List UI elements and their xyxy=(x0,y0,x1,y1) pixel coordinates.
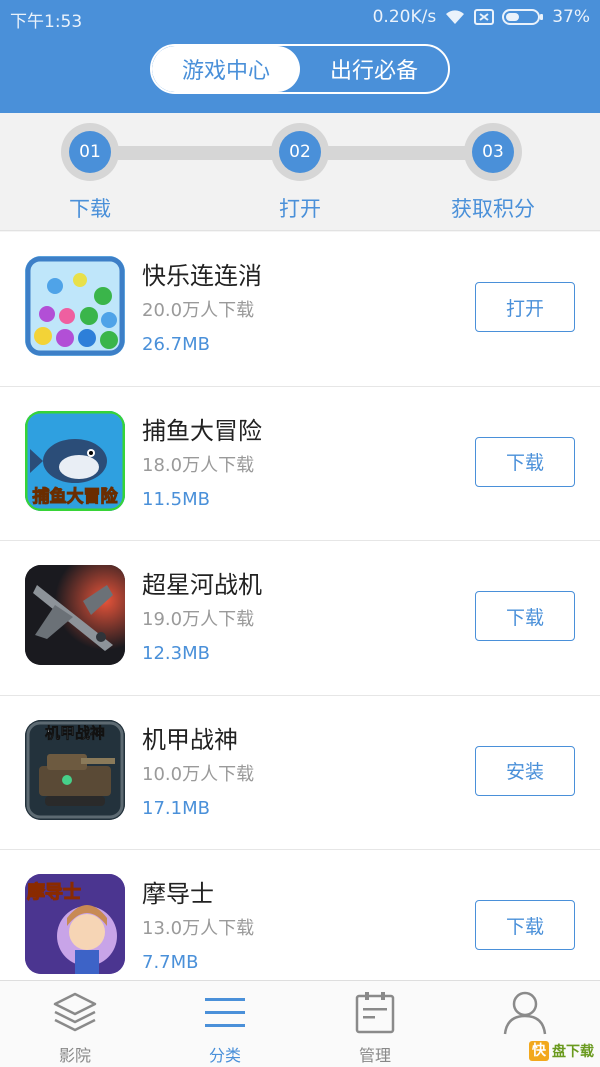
app-downloads: 13.0万人下载 xyxy=(142,918,255,939)
step-1-label: 下载 xyxy=(69,197,111,221)
app-downloads: 10.0万人下载 xyxy=(142,763,255,785)
wifi-icon xyxy=(446,10,465,24)
status-indicators: 0.20K/s 37% xyxy=(373,7,590,27)
app-name: 捕鱼大冒险 xyxy=(142,416,262,445)
step-connector xyxy=(328,146,468,160)
nav-item-manage[interactable]: 管理 xyxy=(300,981,450,1067)
watermark-logo: 快 xyxy=(529,1041,549,1061)
step-connector xyxy=(118,146,273,160)
app-size: 26.7MB xyxy=(142,334,210,355)
step-2-number: 02 xyxy=(279,131,321,173)
nav-label: 影院 xyxy=(58,1046,91,1065)
nav-label: 管理 xyxy=(358,1046,391,1065)
app-name: 机甲战神 xyxy=(142,725,238,754)
watermark-text: 盘下载 xyxy=(552,1044,594,1060)
nav-item-category[interactable]: 分类 xyxy=(150,981,300,1067)
install-button[interactable]: 安装 xyxy=(475,745,575,796)
step-2-label: 打开 xyxy=(279,197,321,221)
step-2-indicator: 02 xyxy=(271,123,329,181)
fish-game-icon: 捕鱼大冒险 xyxy=(25,410,125,511)
step-1-indicator: 01 xyxy=(61,123,119,181)
nav-item-cinema[interactable]: 影院 xyxy=(0,981,150,1067)
site-watermark: 快 盘下载 xyxy=(529,1041,594,1061)
tab-game-center[interactable]: 游戏中心 xyxy=(152,46,300,92)
progress-steps: 01 02 03 下载 打开 获取积分 xyxy=(0,113,600,231)
app-row-jijia[interactable]: 机甲战神 机甲战神 10.0万人下载 17.1MB 安装 xyxy=(0,695,600,850)
app-size: 11.5MB xyxy=(142,488,210,510)
status-time: 下午1:53 xyxy=(10,12,83,32)
app-size: 17.1MB xyxy=(142,797,210,819)
app-downloads: 18.0万人下载 xyxy=(142,454,255,476)
app-name: 超星河战机 xyxy=(142,571,262,599)
download-button[interactable]: 下载 xyxy=(475,436,575,487)
step-3-label: 获取积分 xyxy=(451,197,535,221)
anime-girl-icon: 摩导士 xyxy=(25,874,125,974)
app-downloads: 20.0万人下载 xyxy=(142,300,255,321)
icon-title-text: 机甲战神 xyxy=(44,723,106,742)
app-size: 7.7MB xyxy=(142,952,199,973)
app-row-buyu[interactable]: 捕鱼大冒险 捕鱼大冒险 18.0万人下载 11.5MB 下载 xyxy=(0,386,600,541)
app-row-modaoshi[interactable]: 摩导士 摩导士 13.0万人下载 7.7MB 下载 xyxy=(0,850,600,980)
bottom-navigation: 影院 分类 管理 xyxy=(0,980,600,1067)
network-speed: 0.20K/s xyxy=(372,7,437,27)
step-1-number: 01 xyxy=(69,131,111,173)
bubble-game-icon xyxy=(25,256,125,356)
menu-icon xyxy=(205,998,245,1027)
fighter-jet-icon xyxy=(25,565,125,665)
download-button[interactable]: 下载 xyxy=(475,591,575,641)
mech-tank-icon: 机甲战神 xyxy=(25,719,125,820)
app-downloads: 19.0万人下载 xyxy=(142,609,255,630)
tab-travel-essentials[interactable]: 出行必备 xyxy=(300,46,448,92)
no-sim-icon xyxy=(474,9,495,25)
layers-icon xyxy=(53,992,97,1032)
category-toggle: 游戏中心 出行必备 xyxy=(150,44,450,94)
battery-icon xyxy=(502,9,544,25)
clipboard-icon xyxy=(355,992,395,1034)
icon-title-text: 捕鱼大冒险 xyxy=(32,486,118,507)
header-bar: 下午1:53 0.20K/s 37% 游戏中心 出行必备 xyxy=(0,0,600,113)
nav-label: 分类 xyxy=(208,1046,241,1065)
user-icon xyxy=(503,991,547,1035)
step-3-indicator: 03 xyxy=(464,123,522,181)
step-3-number: 03 xyxy=(472,131,514,173)
app-row-kuaile[interactable]: 快乐连连消 20.0万人下载 26.7MB 打开 xyxy=(0,232,600,387)
status-bar: 下午1:53 0.20K/s 37% xyxy=(0,0,600,34)
download-button[interactable]: 下载 xyxy=(475,900,575,950)
battery-percent: 37% xyxy=(552,7,590,27)
app-row-chaoxing[interactable]: 超星河战机 19.0万人下载 12.3MB 下载 xyxy=(0,541,600,696)
open-button[interactable]: 打开 xyxy=(475,282,575,332)
app-size: 12.3MB xyxy=(142,643,210,664)
app-name: 快乐连连消 xyxy=(142,262,262,290)
app-name: 摩导士 xyxy=(142,880,214,908)
icon-title-text: 摩导士 xyxy=(27,882,82,904)
app-list: 快乐连连消 20.0万人下载 26.7MB 打开 捕鱼大冒险 捕鱼大冒险 18.… xyxy=(0,232,600,980)
